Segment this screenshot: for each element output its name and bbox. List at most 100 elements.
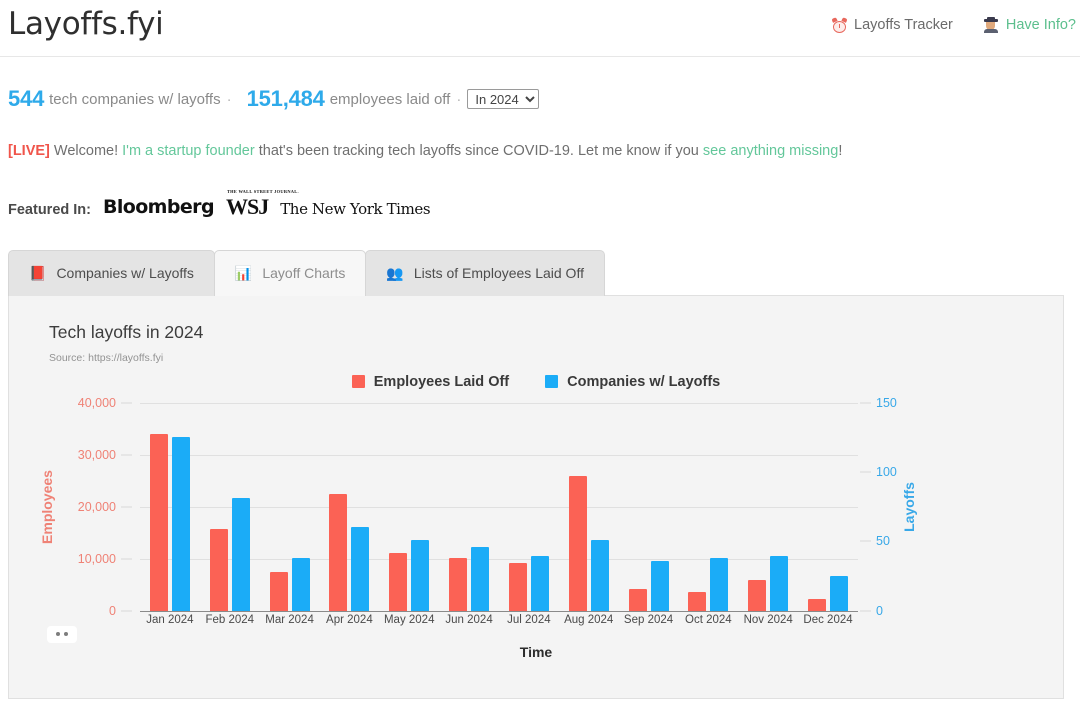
- x-axis-tick-label: Apr 2024: [326, 613, 373, 626]
- tab-companies-with-layoffs[interactable]: 📕 Companies w/ Layoffs: [8, 249, 215, 296]
- y-axis-right-tickmark: [860, 610, 871, 611]
- y-axis-left-tickmark: [121, 506, 132, 507]
- bar-employees[interactable]: [508, 563, 527, 611]
- tab-lists-of-employees-label: Lists of Employees Laid Off: [413, 265, 584, 281]
- chart-title: Tech layoffs in 2024: [49, 321, 204, 342]
- live-badge: [LIVE]: [8, 143, 50, 159]
- chart-options-dot: [64, 632, 68, 636]
- bar-group: [798, 403, 858, 611]
- y-axis-right-tickmark: [860, 402, 871, 403]
- bar-companies[interactable]: [770, 556, 789, 611]
- bar-employees[interactable]: [449, 557, 468, 611]
- wsj-logo: THE WALL STREET JOURNAL. WSJ: [225, 189, 299, 219]
- companies-count-label: tech companies w/ layoffs: [49, 90, 221, 108]
- bar-companies[interactable]: [710, 557, 729, 611]
- chart-legend: Employees Laid Off Companies w/ Layoffs: [9, 374, 1063, 390]
- live-mid-text: that's been tracking tech layoffs since …: [258, 143, 699, 159]
- bar-companies[interactable]: [231, 498, 250, 611]
- nav-layoffs-tracker[interactable]: Layoffs Tracker: [831, 16, 953, 33]
- y-axis-right-tick-label: 150: [876, 395, 897, 410]
- y-axis-left-tickmark: [121, 454, 132, 455]
- chart-panel: Tech layoffs in 2024 Source: https://lay…: [8, 294, 1064, 699]
- alarm-clock-icon: [831, 16, 848, 33]
- bar-employees[interactable]: [209, 529, 228, 611]
- chart-plot-area: [140, 402, 858, 612]
- stats-separator-2: ·: [456, 90, 462, 108]
- y-axis-left-tick-label: 10,000: [77, 551, 116, 566]
- y-axis-left-tickmark: [121, 558, 132, 559]
- bar-companies[interactable]: [351, 527, 370, 611]
- people-icon: 👥: [386, 265, 404, 281]
- welcome-text: Welcome!: [53, 143, 119, 159]
- site-logo[interactable]: Layoffs.fyi: [8, 6, 164, 42]
- legend-item-companies[interactable]: Companies w/ Layoffs: [545, 374, 720, 390]
- bar-companies[interactable]: [471, 546, 490, 611]
- bar-employees[interactable]: [628, 588, 647, 611]
- employees-count-label: employees laid off: [329, 90, 451, 108]
- y-axis-right-tickmark: [860, 471, 871, 473]
- y-axis-right-ticks: 0 50 100 150: [858, 396, 978, 618]
- bar-companies[interactable]: [530, 556, 549, 611]
- chart-source: Source: https://layoffs.fyi: [49, 351, 164, 364]
- bar-companies[interactable]: [590, 539, 609, 611]
- bar-group: [260, 403, 320, 611]
- bar-group: [140, 403, 200, 611]
- legend-label-companies: Companies w/ Layoffs: [567, 373, 721, 390]
- tab-layoff-charts[interactable]: 📊 Layoff Charts: [213, 249, 367, 296]
- bar-chart-icon: 📊: [234, 265, 253, 281]
- bar-employees[interactable]: [748, 580, 767, 611]
- bar-employees[interactable]: [149, 433, 168, 611]
- detective-icon: [983, 16, 999, 33]
- x-axis-tick-label: May 2024: [383, 613, 435, 626]
- tab-companies-with-layoffs-label: Companies w/ Layoffs: [56, 265, 194, 281]
- bar-companies[interactable]: [171, 437, 190, 611]
- missing-info-link[interactable]: see anything missing: [703, 143, 838, 159]
- y-axis-left-tick-label: 40,000: [77, 395, 116, 410]
- nav-have-info[interactable]: Have Info?: [983, 16, 1076, 33]
- bar-companies[interactable]: [411, 539, 430, 611]
- y-axis-left-ticks: 0 10,000 20,000 30,000 40,000: [9, 396, 134, 618]
- bar-employees[interactable]: [389, 553, 408, 611]
- bar-group: [678, 403, 738, 611]
- y-axis-right-tick-label: 50: [876, 534, 890, 549]
- y-axis-left-tick-label: 0: [109, 603, 116, 618]
- x-axis-tick-label: Nov 2024: [743, 613, 793, 626]
- stats-summary: 544 tech companies w/ layoffs · 151,484 …: [8, 88, 1080, 110]
- wsj-logo-text: WSJ: [225, 193, 269, 219]
- x-axis-title: Time: [519, 643, 553, 660]
- bar-group: [200, 403, 260, 611]
- tab-bar: 📕 Companies w/ Layoffs 📊 Layoff Charts 👥…: [8, 249, 1080, 296]
- tab-lists-of-employees[interactable]: 👥 Lists of Employees Laid Off: [365, 249, 605, 296]
- bar-group: [738, 403, 798, 611]
- stats-separator-1: ·: [226, 90, 232, 108]
- x-axis-tick-labels: Jan 2024 Feb 2024 Mar 2024 Apr 2024 May 2024…: [140, 614, 858, 626]
- bar-companies[interactable]: [650, 560, 669, 611]
- y-axis-left-title: Employees: [39, 469, 55, 544]
- legend-item-employees[interactable]: Employees Laid Off: [351, 373, 510, 390]
- bar-group: [499, 403, 559, 611]
- chart-options-icon[interactable]: [47, 625, 77, 643]
- bar-employees[interactable]: [269, 571, 288, 611]
- employees-count: 151,484: [246, 86, 325, 111]
- bar-companies[interactable]: [291, 557, 310, 611]
- x-axis-tick-label: Oct 2024: [685, 613, 732, 626]
- year-filter-select[interactable]: In 2024: [467, 89, 540, 109]
- legend-swatch-companies: [545, 375, 559, 388]
- x-axis-tick-label: Jul 2024: [507, 613, 551, 626]
- founder-link[interactable]: I'm a startup founder: [122, 143, 255, 159]
- wsj-logo-kicker: THE WALL STREET JOURNAL.: [226, 188, 299, 194]
- bar-employees[interactable]: [808, 599, 827, 611]
- x-axis-tick-label: Dec 2024: [803, 613, 853, 626]
- bar-employees[interactable]: [688, 591, 707, 611]
- y-axis-right-title: Layoffs: [901, 481, 917, 532]
- bar-group: [559, 403, 619, 611]
- chart-bars: [140, 403, 858, 611]
- bar-employees[interactable]: [568, 476, 587, 611]
- chart-options-dot: [56, 632, 60, 636]
- bar-employees[interactable]: [329, 494, 348, 611]
- x-axis-tick-label: Jan 2024: [146, 613, 194, 626]
- legend-label-employees: Employees Laid Off: [373, 373, 510, 390]
- bar-group: [439, 403, 499, 611]
- bar-group: [379, 403, 439, 611]
- bar-companies[interactable]: [830, 575, 849, 611]
